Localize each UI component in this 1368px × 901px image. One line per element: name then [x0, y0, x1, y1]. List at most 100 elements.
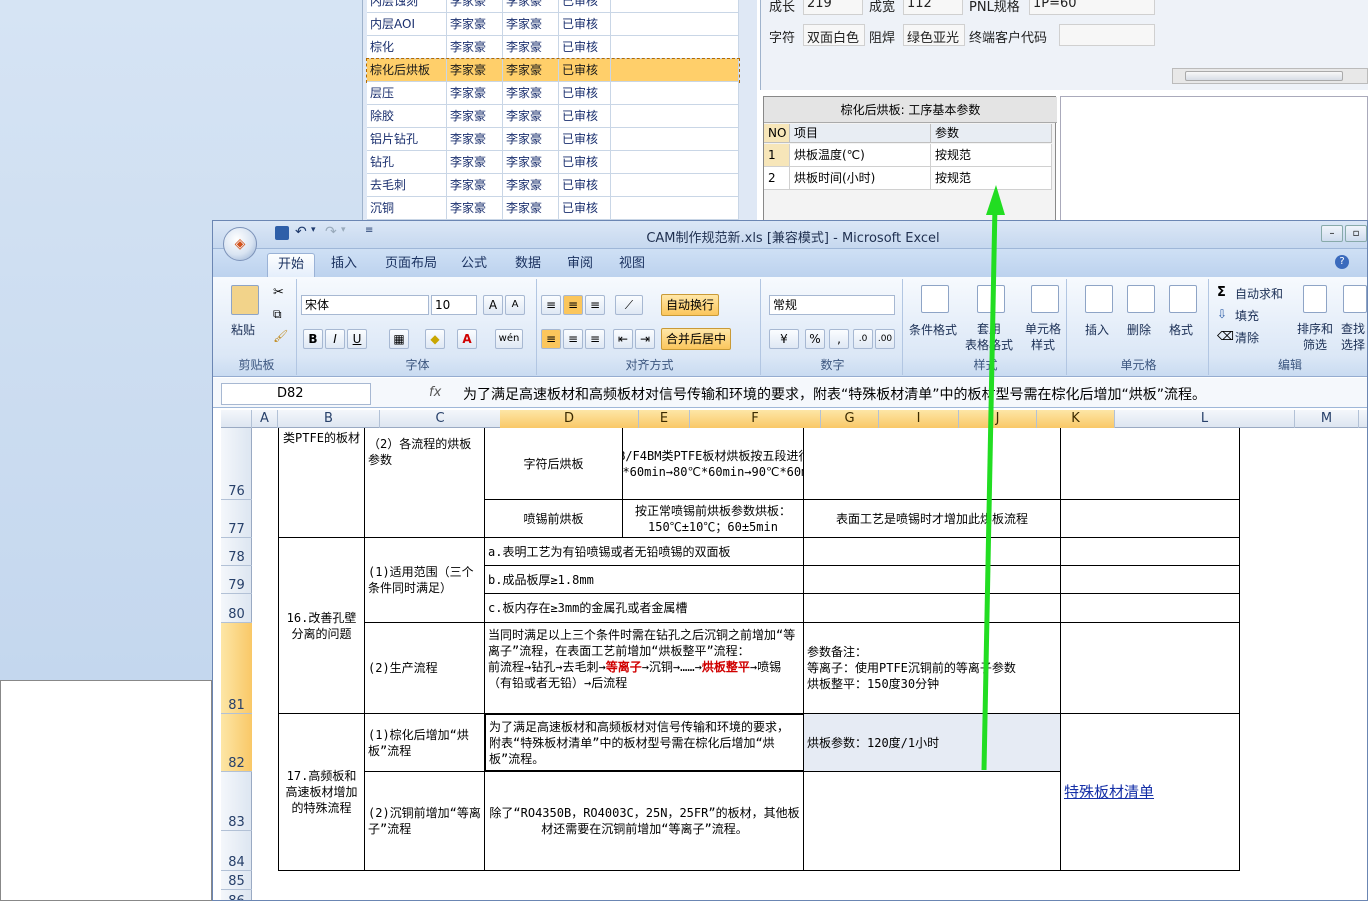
- row-header[interactable]: 86: [221, 890, 252, 900]
- column-header[interactable]: F: [690, 410, 821, 428]
- row-header[interactable]: 83: [221, 772, 252, 831]
- row-header[interactable]: 78: [221, 538, 252, 566]
- conditional-format-button[interactable]: 条件格式: [909, 321, 957, 338]
- sort-filter-button[interactable]: 排序和 筛选: [1297, 321, 1333, 353]
- row-header[interactable]: 81: [221, 623, 252, 714]
- orientation-icon[interactable]: ⟋: [615, 295, 643, 315]
- undo-dropdown-icon[interactable]: ▾: [311, 225, 316, 235]
- font-size-select[interactable]: 10: [431, 295, 477, 315]
- column-header[interactable]: E: [639, 410, 690, 428]
- process-row[interactable]: 棕化 李家豪 李家豪 已审核: [367, 36, 739, 59]
- cell-d-78[interactable]: a.表明工艺为有铅喷锡或者无铅喷锡的双面板: [484, 537, 805, 566]
- zuhan-field[interactable]: 绿色亚光: [903, 24, 965, 46]
- cell-d-81[interactable]: 当同时满足以上三个条件时需在钻孔之后沉铜之前增加“等离子”流程，在表面工艺前增加…: [484, 622, 805, 714]
- autosum-button[interactable]: 自动求和: [1235, 285, 1283, 302]
- cell-l-76[interactable]: [1060, 428, 1240, 500]
- help-icon[interactable]: ?: [1335, 255, 1349, 269]
- formula-input[interactable]: 为了满足高速板材和高频板材对信号传输和环境的要求，附表“特殊板材清单”中的板材型…: [463, 384, 1363, 404]
- row-header[interactable]: 82: [221, 714, 252, 772]
- align-top-icon[interactable]: ≡: [541, 295, 561, 315]
- cell-l-79[interactable]: [1060, 565, 1240, 594]
- cell-l-80[interactable]: [1060, 593, 1240, 623]
- wrap-text-button[interactable]: 自动换行: [661, 294, 720, 316]
- tab-data[interactable]: 数据: [505, 253, 551, 277]
- minimize-icon[interactable]: –: [1321, 225, 1343, 242]
- horizontal-scrollbar[interactable]: [1172, 68, 1368, 84]
- chengchang-field[interactable]: 219: [803, 0, 863, 15]
- cell-i-78[interactable]: [803, 537, 1061, 566]
- cell-b-78[interactable]: 16.改善孔壁分离的问题: [278, 537, 365, 714]
- align-bottom-icon[interactable]: ≡: [585, 295, 605, 315]
- name-box[interactable]: D82: [221, 383, 371, 405]
- row-header[interactable]: 76: [221, 428, 252, 500]
- column-header[interactable]: N: [1359, 410, 1367, 428]
- merge-center-button[interactable]: 合并后居中: [661, 328, 732, 350]
- currency-icon[interactable]: ¥: [769, 329, 799, 349]
- cell-i-81[interactable]: 参数备注： 等离子：使用PTFE沉铜前的等离子参数 烘板整平：150度30分钟: [803, 622, 1061, 714]
- align-middle-icon[interactable]: ≡: [563, 295, 583, 315]
- chengkuan-field[interactable]: 112: [903, 0, 963, 15]
- param-row-param[interactable]: 按规范: [931, 144, 1052, 167]
- process-row[interactable]: 棕化后烘板 李家豪 李家豪 已审核: [366, 58, 740, 83]
- find-select-icon[interactable]: [1343, 285, 1367, 313]
- number-format-select[interactable]: 常规: [769, 295, 895, 315]
- column-header[interactable]: L: [1115, 410, 1295, 428]
- column-header[interactable]: M: [1295, 410, 1359, 428]
- cell-i-82[interactable]: 烘板参数：120度/1小时: [803, 713, 1061, 772]
- percent-icon[interactable]: %: [805, 329, 825, 349]
- column-header[interactable]: B: [278, 410, 380, 428]
- column-header[interactable]: K: [1037, 410, 1115, 428]
- cell-b-top[interactable]: 类PTFE的板材: [278, 428, 365, 538]
- cut-icon[interactable]: ✂: [273, 285, 284, 300]
- cell-i-76[interactable]: [803, 428, 1061, 500]
- format-table-icon[interactable]: [977, 285, 1005, 313]
- cell-b-82[interactable]: 17.高频板和高速板材增加的特殊流程: [278, 713, 365, 871]
- format-button[interactable]: 格式: [1169, 321, 1193, 338]
- row-header[interactable]: 79: [221, 566, 252, 594]
- autosum-icon[interactable]: Σ: [1217, 285, 1226, 300]
- cell-d-76[interactable]: 字符后烘板: [484, 428, 623, 500]
- cell-l-81[interactable]: [1060, 622, 1240, 714]
- cell-l-78[interactable]: [1060, 537, 1240, 566]
- param-row-item[interactable]: 烘板时间(小时): [790, 167, 931, 190]
- process-row[interactable]: 去毛刺 李家豪 李家豪 已审核: [367, 174, 739, 197]
- pnl-field[interactable]: 1P=60: [1029, 0, 1155, 15]
- clear-icon[interactable]: ⌫: [1217, 329, 1234, 343]
- cell-l-77[interactable]: [1060, 499, 1240, 538]
- cell-c-82[interactable]: (1)棕化后增加“烘板”流程: [364, 713, 485, 772]
- cell-styles-button[interactable]: 单元格 样式: [1025, 321, 1061, 353]
- select-all-corner[interactable]: [221, 410, 252, 428]
- column-header[interactable]: G: [821, 410, 879, 428]
- align-right-icon[interactable]: ≡: [585, 329, 605, 349]
- param-row-param[interactable]: 按规范: [931, 167, 1052, 190]
- sort-filter-icon[interactable]: [1303, 285, 1327, 313]
- customize-qat-icon[interactable]: ≡: [365, 225, 373, 236]
- customer-field[interactable]: [1059, 24, 1155, 46]
- cell-i-80[interactable]: [803, 593, 1061, 623]
- font-name-select[interactable]: 宋体: [301, 295, 429, 315]
- bold-icon[interactable]: B: [303, 329, 323, 349]
- decrease-decimal-icon[interactable]: .00: [875, 329, 895, 349]
- sheet-grid[interactable]: 类PTFE的板材 （2）各流程的烘板参数 字符后烘板 F4B/F4BM类PTFE…: [252, 428, 1367, 900]
- cell-styles-icon[interactable]: [1031, 285, 1059, 313]
- tab-home[interactable]: 开始: [267, 253, 316, 277]
- row-header[interactable]: 85: [221, 871, 252, 890]
- process-row[interactable]: 内层AOI 李家豪 李家豪 已审核: [367, 13, 739, 36]
- cell-c-81[interactable]: (2)生产流程: [364, 622, 485, 714]
- tab-insert[interactable]: 插入: [321, 253, 367, 277]
- italic-icon[interactable]: I: [325, 329, 345, 349]
- process-row[interactable]: 钻孔 李家豪 李家豪 已审核: [367, 151, 739, 174]
- redo-dropdown-icon[interactable]: ▾: [341, 225, 346, 235]
- increase-indent-icon[interactable]: ⇥: [635, 329, 655, 349]
- border-icon[interactable]: ▦: [389, 329, 409, 349]
- tab-formulas[interactable]: 公式: [451, 253, 497, 277]
- redo-icon[interactable]: ↷: [325, 224, 337, 240]
- tab-view[interactable]: 视图: [609, 253, 655, 277]
- increase-decimal-icon[interactable]: .0: [853, 329, 873, 349]
- format-table-button[interactable]: 套用 表格格式: [965, 321, 1013, 353]
- tab-review[interactable]: 审阅: [557, 253, 603, 277]
- cell-d-82-selected[interactable]: 为了满足高速板材和高频板材对信号传输和环境的要求，附表“特殊板材清单”中的板材型…: [484, 713, 805, 772]
- process-row[interactable]: 层压 李家豪 李家豪 已审核: [367, 82, 739, 105]
- cell-c-83[interactable]: (2)沉铜前增加“等离子”流程: [364, 771, 485, 871]
- format-cells-icon[interactable]: [1169, 285, 1197, 313]
